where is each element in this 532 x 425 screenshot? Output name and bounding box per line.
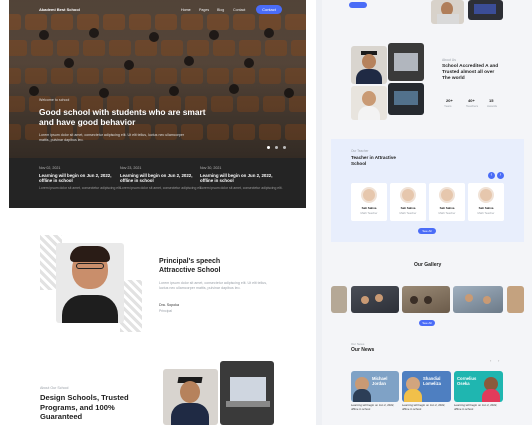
- teacher-name: Sali Saliva: [361, 206, 377, 210]
- nav-link-pages[interactable]: Pages: [199, 8, 209, 12]
- news-person-name: Cornelius Oseka: [457, 376, 477, 386]
- nav-link-home[interactable]: Home: [181, 8, 191, 12]
- laptop-photo: [220, 361, 274, 425]
- principal-role: Principal: [159, 309, 173, 313]
- news-date: Nov 02, 2021: [39, 166, 61, 170]
- news-person-name: Michael Jordan: [372, 376, 388, 386]
- top-button[interactable]: [349, 2, 367, 8]
- teacher-name: Sali Saliva: [439, 206, 455, 210]
- news-title: Learning will begin on Jun 2, 2022, offl…: [200, 173, 273, 183]
- stat-label: Awards: [487, 104, 497, 108]
- teacher-avatar: [361, 187, 377, 203]
- news-title: Learning will begin on Jun 2, 2022, offl…: [39, 173, 112, 183]
- accredited-eyebrow: About Us: [442, 58, 456, 62]
- stat-value: 20+: [446, 98, 453, 103]
- news-text: Lorem ipsum dolor sit amet, consectetur …: [200, 186, 283, 190]
- news-next-icon[interactable]: ›: [498, 358, 499, 363]
- news-card-caption: Learning will begin on Jun 2, 2022, offl…: [454, 403, 498, 411]
- accredited-photo-laptop: [388, 83, 424, 115]
- stat-label: Years: [444, 104, 452, 108]
- teacher-name: Sali Saliva: [478, 206, 494, 210]
- teacher-subject: Math Teacher: [477, 211, 495, 215]
- gallery-photo[interactable]: [453, 286, 503, 313]
- news-strip: Nov 02, 2021 Learning will begin on Jun …: [9, 158, 306, 208]
- teacher-subject: Math Teacher: [360, 211, 378, 215]
- about-title: Design Schools, Trusted Programs, and 10…: [40, 393, 129, 421]
- teacher-card[interactable]: Sali Saliva Math Teacher: [390, 183, 426, 221]
- top-photo-1: [431, 0, 464, 24]
- landing-page-secondary: About Us School Accredited A and Trusted…: [322, 0, 532, 425]
- carousel-dot[interactable]: [283, 146, 286, 149]
- news-card-caption: Learning will begin on Jun 2, 2022, offl…: [351, 403, 395, 411]
- carousel-dot[interactable]: [275, 146, 278, 149]
- gallery-photo[interactable]: [402, 286, 450, 313]
- news-eyebrow: Our News: [351, 342, 365, 346]
- news-prev-icon[interactable]: ‹: [490, 358, 491, 363]
- news-text: Lorem ipsum dolor sit amet, consectetur …: [120, 186, 203, 190]
- teacher-card[interactable]: Sali Saliva Math Teacher: [468, 183, 504, 221]
- hero-title: Good school with students who are smart …: [39, 107, 206, 127]
- teacher-card[interactable]: Sali Saliva Math Teacher: [351, 183, 387, 221]
- news-card-image[interactable]: Shandial Lomeliza: [402, 371, 451, 402]
- news-card-image[interactable]: Cornelius Oseka: [454, 371, 503, 402]
- principal-text: Lorem ipsum dolor sit amet, consectetur …: [159, 281, 268, 290]
- see-all-gallery-button[interactable]: See All: [419, 320, 435, 326]
- news-strip-item[interactable]: Nov 02, 2021 Learning will begin on Jun …: [39, 166, 124, 191]
- about-eyebrow: About Our School: [40, 386, 69, 390]
- news-date: Nov 23, 2021: [120, 166, 142, 170]
- teacher-card[interactable]: Sali Saliva Math Teacher: [429, 183, 465, 221]
- news-card-image[interactable]: Michael Jordan: [351, 371, 399, 402]
- logo[interactable]: Akademi Best School: [39, 7, 80, 12]
- stat-label: Teachers: [466, 104, 479, 108]
- hero-section: Akademi Best School Home Pages Blog Cont…: [9, 0, 306, 158]
- nav-link-contact[interactable]: Contact: [233, 8, 245, 12]
- teachers-title: Teacher in Attractive School: [351, 155, 396, 166]
- news-title: Our News: [351, 347, 375, 353]
- principal-name: Dra. Sopoka: [159, 303, 179, 307]
- news-card-caption: Learning will begin on Jun 2, 2022, offl…: [402, 403, 446, 411]
- teacher-subject: Math Teacher: [399, 211, 417, 215]
- top-photo-2: [468, 0, 503, 20]
- teacher-subject: Math Teacher: [438, 211, 456, 215]
- news-date: Nov 30, 2021: [200, 166, 222, 170]
- teacher-avatar: [439, 187, 455, 203]
- gallery-title: Our Gallery: [414, 262, 442, 268]
- prev-arrow-icon[interactable]: ‹: [488, 172, 495, 179]
- next-arrow-icon[interactable]: ›: [497, 172, 504, 179]
- teacher-avatar: [400, 187, 416, 203]
- accredited-photo-graduate: [351, 46, 387, 84]
- news-text: Lorem ipsum dolor sit amet, consectetur …: [39, 186, 122, 190]
- hero-eyebrow: Welcome to school: [39, 98, 70, 102]
- graduate-photo: [163, 369, 218, 425]
- teacher-name: Sali Saliva: [400, 206, 416, 210]
- news-person-name: Shandial Lomeliza: [423, 376, 441, 386]
- stat-value: 40+: [468, 98, 475, 103]
- see-all-teachers-button[interactable]: See All: [418, 228, 436, 234]
- hero-text: Lorem ipsum dolor sit amet, consectetur …: [39, 133, 185, 142]
- carousel-dot[interactable]: [267, 146, 270, 149]
- news-title: Learning will begin on Jun 2, 2022, offl…: [120, 173, 193, 183]
- contact-button[interactable]: Contact: [256, 5, 282, 14]
- accredited-title: School Accredited A and Trusted almost a…: [442, 64, 499, 81]
- news-strip-item[interactable]: Nov 23, 2021 Learning will begin on Jun …: [120, 166, 205, 191]
- stat-value: 15: [489, 98, 494, 103]
- landing-page-main: Akademi Best School Home Pages Blog Cont…: [0, 0, 316, 425]
- teachers-eyebrow: Our Teacher: [351, 149, 369, 153]
- accredited-photo-dark: [388, 43, 424, 81]
- gallery-photo[interactable]: [351, 286, 399, 313]
- news-strip-item[interactable]: Nov 30, 2021 Learning will begin on Jun …: [200, 166, 285, 191]
- teacher-avatar: [478, 187, 494, 203]
- gallery-photo[interactable]: [507, 286, 524, 313]
- principal-title: Principal's speech Attracctive School: [159, 258, 221, 274]
- gallery-photo[interactable]: [331, 286, 347, 313]
- teachers-section: Our Teacher Teacher in Attractive School…: [331, 139, 524, 242]
- principal-photo: [56, 243, 124, 323]
- nav-link-blog[interactable]: Blog: [217, 8, 224, 12]
- accredited-photo-student: [351, 86, 387, 120]
